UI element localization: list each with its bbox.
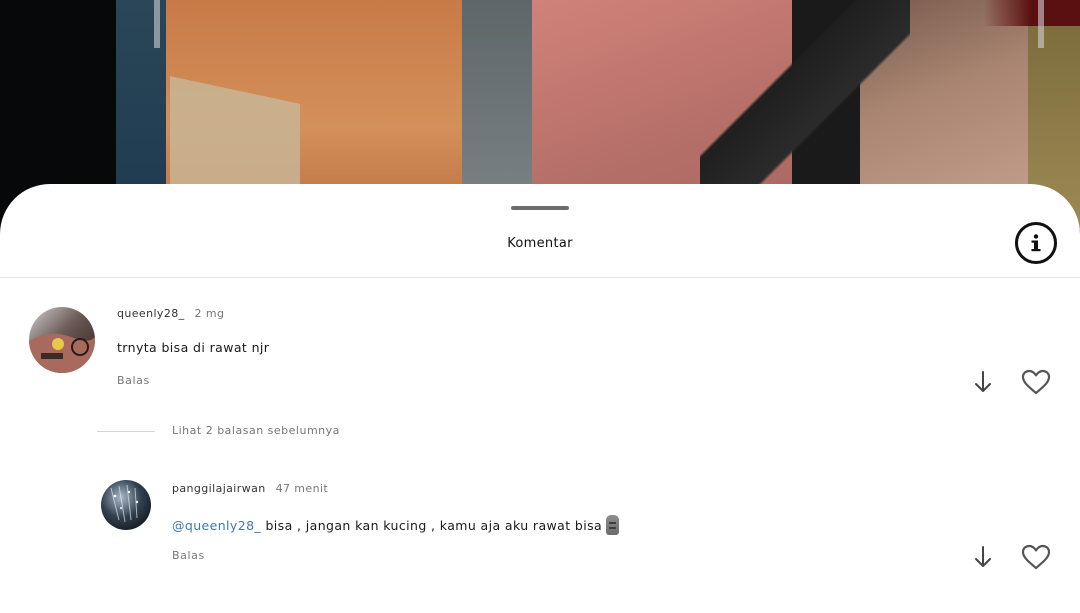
view-more-replies-label: Lihat 2 balasan sebelumnya (172, 424, 340, 437)
comment-text: @queenly28_ bisa , jangan kan kucing , k… (172, 515, 620, 535)
avatar[interactable] (29, 307, 95, 373)
sheet-title: Komentar (507, 236, 573, 251)
arrow-down-icon[interactable] (970, 370, 996, 394)
username[interactable]: panggilajairwan (172, 482, 266, 495)
drag-handle[interactable] (511, 206, 569, 210)
avatar[interactable] (101, 480, 151, 530)
divider-line (97, 431, 155, 432)
arrow-down-icon[interactable] (970, 545, 996, 569)
header-divider (0, 277, 1080, 278)
video-region (1038, 0, 1044, 48)
video-region (154, 0, 160, 48)
heart-outline-icon[interactable] (1020, 368, 1052, 396)
comments-sheet: Komentar queenly28_ 2 mg trnyta bisa di … (0, 184, 1080, 613)
moai-emoji-icon (606, 515, 620, 535)
mention-link[interactable]: @queenly28_ (172, 518, 261, 533)
timestamp: 2 mg (194, 307, 225, 320)
comment-meta: queenly28_ 2 mg (117, 307, 224, 320)
comment-meta: panggilajairwan 47 menit (172, 482, 328, 495)
comment-text: trnyta bisa di rawat njr (117, 340, 270, 355)
username[interactable]: queenly28_ (117, 307, 185, 320)
reply-button[interactable]: Balas (172, 549, 205, 562)
info-icon[interactable] (1015, 222, 1057, 264)
reply-button[interactable]: Balas (117, 374, 150, 387)
heart-outline-icon[interactable] (1020, 543, 1052, 571)
timestamp: 47 menit (275, 482, 329, 495)
reply-text: bisa , jangan kan kucing , kamu aja aku … (261, 518, 603, 533)
video-region (116, 0, 1080, 26)
view-more-replies[interactable]: Lihat 2 balasan sebelumnya (97, 423, 497, 443)
